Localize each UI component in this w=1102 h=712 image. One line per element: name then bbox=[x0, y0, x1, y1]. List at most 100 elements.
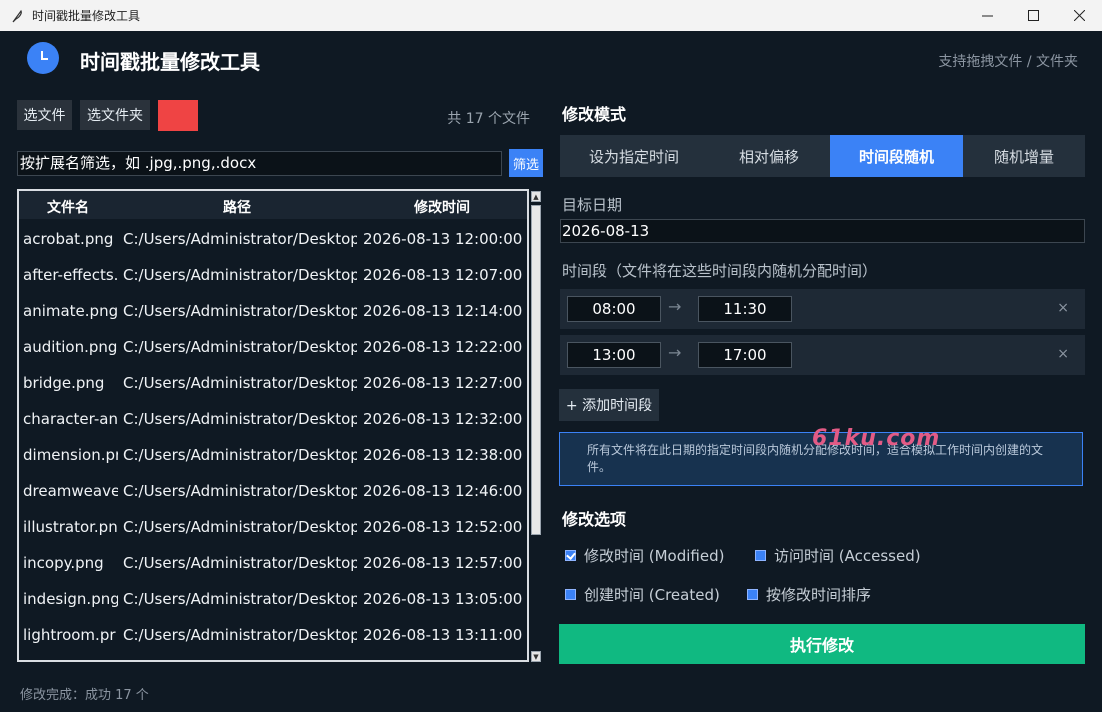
maximize-button[interactable] bbox=[1010, 0, 1056, 31]
table-row[interactable]: illustrator.pn C:/Users/Administrator/Des… bbox=[19, 509, 527, 545]
modified-label: 修改时间 (Modified) bbox=[584, 547, 725, 565]
cell-path: C:/Users/Administrator/Desktop bbox=[123, 482, 357, 500]
tab-range-random[interactable]: 时间段随机 bbox=[830, 135, 963, 177]
drag-hint: 支持拖拽文件 / 文件夹 bbox=[938, 54, 1078, 70]
cell-mtime: 2026-08-13 12:22:00 bbox=[363, 338, 523, 356]
table-row[interactable]: character-an C:/Users/Administrator/Deskt… bbox=[19, 401, 527, 437]
scroll-down-arrow-icon[interactable]: ▼ bbox=[531, 651, 541, 662]
table-row[interactable]: dreamweave C:/Users/Administrator/Desktop… bbox=[19, 473, 527, 509]
mode-title: 修改模式 bbox=[562, 105, 627, 124]
cell-mtime: 2026-08-13 12:46:00 bbox=[363, 482, 523, 500]
column-header-mtime[interactable]: 修改时间 bbox=[414, 197, 470, 217]
table-row[interactable]: lightroom.pr C:/Users/Administrator/Deskt… bbox=[19, 617, 527, 653]
table-scrollbar[interactable]: ▲ ▼ bbox=[530, 189, 543, 663]
cell-name: acrobat.png bbox=[23, 230, 114, 248]
cell-name: bridge.png bbox=[23, 374, 105, 392]
cell-mtime: 2026-08-13 12:07:00 bbox=[363, 266, 523, 284]
cell-mtime: 2026-08-13 12:57:00 bbox=[363, 554, 523, 572]
cell-mtime: 2026-08-13 12:38:00 bbox=[363, 446, 523, 464]
cell-path: C:/Users/Administrator/Desktop bbox=[123, 626, 357, 644]
scroll-up-arrow-icon[interactable]: ▲ bbox=[531, 191, 541, 202]
column-header-name[interactable]: 文件名 bbox=[47, 197, 89, 217]
table-row[interactable]: after-effects. C:/Users/Administrator/Des… bbox=[19, 257, 527, 293]
status-text: 修改完成：成功 17 个 bbox=[20, 688, 149, 703]
arrow-right-icon: → bbox=[668, 343, 682, 362]
cell-mtime: 2026-08-13 12:52:00 bbox=[363, 518, 523, 536]
clock-icon bbox=[27, 42, 59, 74]
cell-name: audition.png bbox=[23, 338, 118, 356]
cell-name: dimension.pr bbox=[23, 446, 118, 464]
created-label: 创建时间 (Created) bbox=[584, 586, 720, 604]
cell-path: C:/Users/Administrator/Desktop bbox=[123, 590, 357, 608]
arrow-right-icon: → bbox=[668, 297, 682, 316]
created-checkbox[interactable]: 创建时间 (Created) bbox=[565, 584, 720, 605]
cell-mtime: 2026-08-13 12:32:00 bbox=[363, 410, 523, 428]
window-titlebar: 时间戳批量修改工具 bbox=[0, 0, 1102, 31]
table-header: 文件名 路径 修改时间 bbox=[19, 191, 527, 219]
cell-path: C:/Users/Administrator/Desktop bbox=[123, 374, 357, 392]
range-row: 08:00 → 11:30 × bbox=[560, 289, 1085, 329]
cell-name: incopy.png bbox=[23, 554, 104, 572]
tab-random-increment[interactable]: 随机增量 bbox=[963, 135, 1085, 177]
remove-range-icon[interactable]: × bbox=[1057, 300, 1069, 316]
table-row[interactable]: acrobat.png C:/Users/Administrator/Deskto… bbox=[19, 221, 527, 257]
mode-tabs: 设为指定时间 相对偏移 时间段随机 随机增量 bbox=[560, 135, 1085, 177]
clear-button[interactable] bbox=[158, 100, 198, 131]
cell-name: dreamweave bbox=[23, 482, 118, 500]
filter-button[interactable]: 筛选 bbox=[509, 149, 543, 177]
tab-set-time[interactable]: 设为指定时间 bbox=[560, 135, 708, 177]
checkbox-icon bbox=[755, 550, 766, 561]
target-date-input[interactable]: 2026-08-13 bbox=[560, 219, 1085, 243]
table-row[interactable]: dimension.pr C:/Users/Administrator/Deskt… bbox=[19, 437, 527, 473]
extension-filter-input[interactable]: 按扩展名筛选，如 .jpg,.png,.docx bbox=[17, 151, 502, 176]
cell-path: C:/Users/Administrator/Desktop bbox=[123, 230, 357, 248]
cell-path: C:/Users/Administrator/Desktop bbox=[123, 410, 357, 428]
execute-button[interactable]: 执行修改 bbox=[559, 624, 1085, 664]
minimize-icon bbox=[981, 15, 993, 17]
checkbox-icon bbox=[747, 589, 758, 600]
table-row[interactable]: audition.png C:/Users/Administrator/Deskt… bbox=[19, 329, 527, 365]
select-files-button[interactable]: 选文件 bbox=[17, 100, 72, 130]
sort-checkbox[interactable]: 按修改时间排序 bbox=[747, 584, 871, 605]
cell-name: lightroom.pr bbox=[23, 626, 116, 644]
range-start-input[interactable]: 13:00 bbox=[567, 342, 661, 368]
table-row[interactable]: bridge.png C:/Users/Administrator/Desktop… bbox=[19, 365, 527, 401]
close-icon bbox=[1073, 10, 1085, 21]
checkbox-checked-icon bbox=[565, 550, 576, 561]
minimize-button[interactable] bbox=[964, 0, 1010, 31]
accessed-label: 访问时间 (Accessed) bbox=[774, 547, 921, 565]
add-range-button[interactable]: + 添加时间段 bbox=[559, 389, 659, 421]
cell-mtime: 2026-08-13 13:05:00 bbox=[363, 590, 523, 608]
table-row[interactable]: animate.png C:/Users/Administrator/Deskto… bbox=[19, 293, 527, 329]
cell-path: C:/Users/Administrator/Desktop bbox=[123, 446, 357, 464]
tab-relative-offset[interactable]: 相对偏移 bbox=[708, 135, 830, 177]
cell-mtime: 2026-08-13 13:11:00 bbox=[363, 626, 523, 644]
sort-label: 按修改时间排序 bbox=[766, 586, 872, 604]
table-row[interactable]: incopy.png C:/Users/Administrator/Desktop… bbox=[19, 545, 527, 581]
range-start-input[interactable]: 08:00 bbox=[567, 296, 661, 322]
modified-checkbox[interactable]: 修改时间 (Modified) bbox=[565, 545, 724, 566]
cell-mtime: 2026-08-13 12:27:00 bbox=[363, 374, 523, 392]
feather-icon bbox=[12, 9, 22, 22]
watermark-logo: 61ku.com bbox=[812, 426, 941, 451]
cell-name: character-an bbox=[23, 410, 118, 428]
close-button[interactable] bbox=[1056, 0, 1102, 31]
cell-path: C:/Users/Administrator/Desktop bbox=[123, 518, 357, 536]
window-title: 时间戳批量修改工具 bbox=[32, 9, 141, 23]
select-folder-button[interactable]: 选文件夹 bbox=[80, 100, 150, 130]
remove-range-icon[interactable]: × bbox=[1057, 346, 1069, 362]
cell-mtime: 2026-08-13 12:14:00 bbox=[363, 302, 523, 320]
range-end-input[interactable]: 17:00 bbox=[698, 342, 792, 368]
cell-name: after-effects. bbox=[23, 266, 118, 284]
maximize-icon bbox=[1027, 10, 1039, 21]
range-end-input[interactable]: 11:30 bbox=[698, 296, 792, 322]
cell-name: animate.png bbox=[23, 302, 118, 320]
file-table[interactable]: 文件名 路径 修改时间 acrobat.png C:/Users/Administ… bbox=[17, 189, 529, 662]
cell-name: illustrator.pn bbox=[23, 518, 118, 536]
column-header-path[interactable]: 路径 bbox=[223, 197, 251, 217]
table-row[interactable]: indesign.png C:/Users/Administrator/Deskt… bbox=[19, 581, 527, 617]
accessed-checkbox[interactable]: 访问时间 (Accessed) bbox=[755, 545, 921, 566]
app-title: 时间戳批量修改工具 bbox=[80, 50, 260, 74]
scroll-thumb[interactable] bbox=[531, 205, 541, 535]
cell-path: C:/Users/Administrator/Desktop bbox=[123, 266, 357, 284]
